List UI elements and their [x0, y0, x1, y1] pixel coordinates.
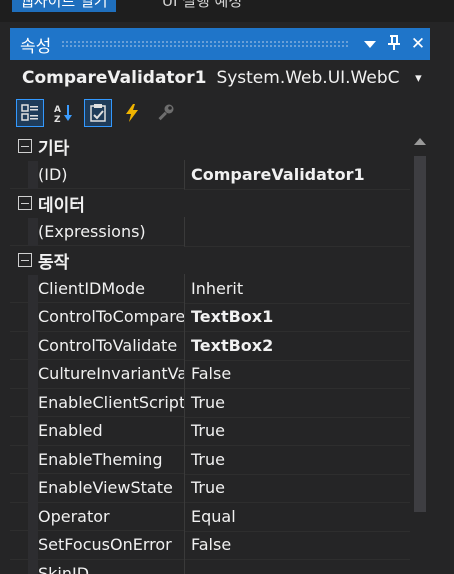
document-tab-strip: 웹사이트 열기 UI 실행 예정: [0, 0, 454, 22]
svg-text:Z: Z: [54, 115, 61, 123]
drag-grip[interactable]: [61, 40, 348, 48]
alphabetical-icon[interactable]: A Z: [50, 99, 78, 127]
categorized-icon[interactable]: [16, 99, 44, 127]
scroll-thumb[interactable]: [414, 156, 426, 512]
property-row[interactable]: ClientIDMode Inherit: [10, 274, 410, 304]
property-value[interactable]: [184, 217, 410, 247]
property-row[interactable]: EnableTheming True: [10, 445, 410, 475]
tab-open-website[interactable]: 웹사이트 열기: [12, 0, 116, 12]
collapse-icon[interactable]: [18, 196, 32, 211]
category-label: 데이터: [38, 195, 85, 216]
close-icon[interactable]: ✕: [406, 34, 430, 54]
property-row[interactable]: (ID) CompareValidator1: [10, 160, 410, 190]
property-row[interactable]: SkinID: [10, 559, 410, 574]
property-row[interactable]: Enabled True: [10, 416, 410, 446]
category-misc[interactable]: 기타: [10, 132, 410, 161]
property-value[interactable]: Equal: [184, 502, 410, 532]
events-icon[interactable]: [118, 99, 146, 127]
object-type: System.Web.UI.WebC: [216, 68, 400, 88]
property-pages-icon[interactable]: [152, 99, 180, 127]
property-value[interactable]: Inherit: [184, 274, 410, 304]
property-value[interactable]: True: [184, 473, 410, 503]
category-label: 동작: [38, 252, 70, 273]
vertical-scrollbar[interactable]: [410, 132, 430, 574]
properties-icon[interactable]: [84, 99, 112, 127]
category-label: 기타: [38, 138, 70, 159]
property-row[interactable]: SetFocusOnError False: [10, 530, 410, 560]
property-value[interactable]: False: [184, 530, 410, 560]
pin-icon[interactable]: [382, 34, 406, 55]
category-behavior[interactable]: 동작: [10, 246, 410, 275]
property-value[interactable]: CompareValidator1: [184, 160, 410, 190]
property-value[interactable]: True: [184, 445, 410, 475]
tab-ui-planned[interactable]: UI 실행 예정: [162, 0, 242, 12]
category-data[interactable]: 데이터: [10, 189, 410, 218]
panel-title-bar[interactable]: 속성 ✕: [10, 28, 430, 60]
property-row[interactable]: EnableViewState True: [10, 473, 410, 503]
property-row[interactable]: CultureInvariantValu False: [10, 359, 410, 389]
collapse-icon[interactable]: [18, 139, 32, 154]
svg-text:A: A: [54, 105, 61, 115]
property-value[interactable]: [184, 559, 410, 574]
property-row[interactable]: EnableClientScript True: [10, 388, 410, 418]
properties-panel: 속성 ✕ CompareValidator1 System.Web.UI.Web…: [10, 28, 430, 574]
collapse-icon[interactable]: [18, 253, 32, 268]
property-row[interactable]: (Expressions): [10, 217, 410, 247]
window-position-dropdown-icon[interactable]: [358, 34, 382, 54]
property-value[interactable]: TextBox1: [184, 302, 410, 332]
chevron-down-icon[interactable]: ▾: [407, 71, 430, 86]
object-name: CompareValidator1: [22, 68, 207, 88]
property-value[interactable]: TextBox2: [184, 331, 410, 361]
property-value[interactable]: False: [184, 359, 410, 389]
panel-title: 속성: [20, 36, 52, 57]
property-grid: 기타 (ID) CompareValidator1 데이터 (Expressio…: [10, 132, 410, 574]
property-value[interactable]: True: [184, 416, 410, 446]
object-selector[interactable]: CompareValidator1 System.Web.UI.WebC ▾: [10, 62, 430, 94]
property-row[interactable]: ControlToValidate TextBox2: [10, 331, 410, 361]
property-row[interactable]: Operator Equal: [10, 502, 410, 532]
scroll-up-icon[interactable]: [414, 138, 426, 145]
properties-toolbar: A Z: [10, 96, 436, 130]
property-row[interactable]: ControlToCompare TextBox1: [10, 302, 410, 332]
property-value[interactable]: True: [184, 388, 410, 418]
